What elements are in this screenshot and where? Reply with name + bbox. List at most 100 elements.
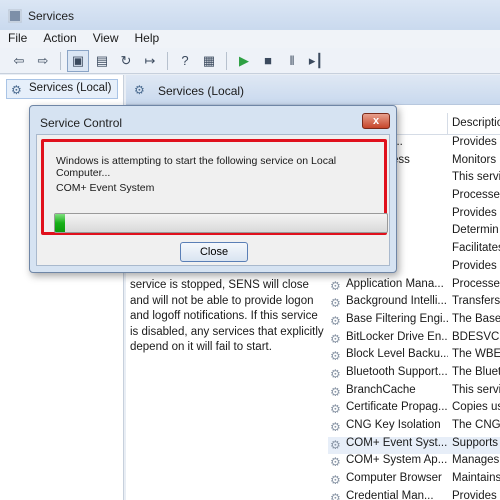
service-description-cell: The CNG	[452, 419, 500, 431]
menu-bar: File Action View Help	[0, 30, 500, 48]
export-icon[interactable]: ↦	[139, 50, 161, 72]
menu-file[interactable]: File	[0, 30, 35, 48]
table-row[interactable]: ⚙ Block Level Backu... The WBEN	[328, 348, 500, 366]
service-gear-icon: ⚙	[330, 455, 341, 467]
service-name-cell: ⚙ Bluetooth Support...	[328, 366, 448, 378]
service-name: BitLocker Drive En...	[346, 330, 448, 343]
service-name-cell: ⚙ BranchCache	[328, 384, 448, 396]
toolbar: ⇦ ⇨ ▣ ▤ ↻ ↦ ? ▦ ▶ ■ ‖ ▸┃	[0, 48, 500, 74]
progress-fill	[55, 214, 65, 232]
back-icon[interactable]: ⇦	[8, 50, 30, 72]
table-row[interactable]: ⚙ COM+ System Ap... Manages	[328, 454, 500, 472]
refresh-icon[interactable]: ↻	[115, 50, 137, 72]
services-app-icon	[8, 9, 22, 23]
service-description-text: service is stopped, SENS will close and …	[130, 279, 324, 353]
table-row[interactable]: ⚙ BitLocker Drive En... BDESVC h	[328, 331, 500, 349]
service-name-cell: ⚙ Base Filtering Engi...	[328, 313, 448, 325]
service-description-cell: The WBEN	[452, 348, 500, 361]
table-row[interactable]: ⚙ Background Intelli... Transfers	[328, 295, 500, 313]
service-description-cell: Provides	[452, 489, 497, 500]
toolbar-separator	[226, 51, 227, 70]
pane-header: ⚙ Services (Local)	[126, 75, 500, 105]
column-header-description[interactable]: Description	[448, 113, 500, 135]
table-row[interactable]: ⚙ Credential Man... Provides	[328, 490, 500, 500]
stop-icon[interactable]: ■	[257, 50, 279, 72]
services-gear-icon: ⚙	[134, 83, 145, 97]
service-gear-icon: ⚙	[330, 402, 341, 414]
service-name: Certificate Propag...	[346, 401, 448, 414]
service-name-cell: ⚙ Credential Man...	[328, 490, 448, 500]
service-name: CNG Key Isolation	[346, 419, 441, 431]
console-icon[interactable]: ▦	[198, 50, 220, 72]
service-description-cell: Facilitates	[452, 242, 500, 255]
service-name: COM+ Event Syst...	[346, 436, 448, 449]
service-name-cell: ⚙ Block Level Backu...	[328, 348, 448, 360]
dialog-body: Windows is attempting to start the follo…	[36, 134, 390, 266]
pane-title: Services (Local)	[158, 84, 245, 98]
service-gear-icon: ⚙	[330, 366, 341, 378]
service-name: Credential Man...	[346, 489, 434, 500]
dialog-title: Service Control	[40, 116, 123, 130]
service-gear-icon: ⚙	[330, 331, 341, 343]
service-gear-icon: ⚙	[330, 296, 341, 308]
service-description-cell: This servi	[452, 383, 500, 396]
tree-node-services-local[interactable]: ⚙ Services (Local)	[6, 79, 119, 99]
service-description-cell: Copies us	[452, 401, 500, 414]
menu-action[interactable]: Action	[35, 30, 84, 48]
service-name: BranchCache	[346, 383, 416, 396]
start-icon[interactable]: ▶	[233, 50, 255, 72]
toolbar-separator	[60, 51, 61, 70]
service-gear-icon: ⚙	[330, 349, 341, 361]
service-name-cell: ⚙ COM+ Event Syst...	[328, 437, 448, 449]
service-description-cell: Processes	[452, 189, 500, 202]
window-title-bar: Services	[0, 0, 500, 32]
dialog-close-icon[interactable]: x	[362, 113, 390, 129]
table-row[interactable]: ⚙ Bluetooth Support... The Bluet	[328, 366, 500, 384]
help-icon[interactable]: ?	[174, 50, 196, 72]
menu-view[interactable]: View	[85, 30, 127, 48]
table-row[interactable]: ⚙ COM+ Event Syst... Supports	[328, 436, 500, 455]
service-description-cell: Supports	[452, 436, 499, 449]
service-name: Computer Browser	[346, 472, 442, 485]
service-name-cell: ⚙ Computer Browser	[328, 472, 448, 484]
table-row[interactable]: ⚙ Application Mana... Processes	[328, 278, 500, 296]
table-row[interactable]: ⚙ Base Filtering Engi... The Base	[328, 313, 500, 331]
service-description-cell: The Base	[452, 312, 500, 325]
service-name: Base Filtering Engi...	[346, 312, 448, 325]
menu-help[interactable]: Help	[127, 30, 168, 48]
service-name-cell: ⚙ Application Mana...	[328, 278, 448, 290]
service-name: Application Mana...	[346, 277, 444, 290]
close-button[interactable]: Close	[180, 242, 248, 262]
window-title: Services	[28, 9, 75, 23]
services-gear-icon: ⚙	[11, 83, 22, 97]
service-name-cell: ⚙ CNG Key Isolation	[328, 419, 448, 431]
pause-icon[interactable]: ‖	[281, 50, 303, 72]
service-name: COM+ System Ap...	[346, 454, 448, 467]
tree-node-label: Services (Local)	[29, 82, 112, 94]
service-name: Bluetooth Support...	[346, 365, 448, 378]
service-gear-icon: ⚙	[330, 313, 341, 325]
service-gear-icon: ⚙	[330, 420, 341, 431]
start-progress-bar	[54, 213, 388, 233]
service-control-dialog: Service Control x Windows is attempting …	[29, 105, 397, 273]
table-row[interactable]: ⚙ CNG Key Isolation The CNG	[328, 419, 500, 437]
table-row[interactable]: ⚙ Certificate Propag... Copies us	[328, 401, 500, 419]
service-gear-icon: ⚙	[330, 278, 341, 290]
restart-icon[interactable]: ▸┃	[305, 50, 327, 72]
service-name-cell: ⚙ Certificate Propag...	[328, 401, 448, 413]
service-gear-icon: ⚙	[330, 437, 341, 449]
properties-icon[interactable]: ▤	[91, 50, 113, 72]
service-description-cell: Provides s	[452, 259, 500, 272]
service-name: Block Level Backu...	[346, 348, 448, 361]
forward-icon[interactable]: ⇨	[32, 50, 54, 72]
service-description-cell: Determin	[452, 224, 499, 237]
service-gear-icon: ⚙	[330, 490, 341, 500]
service-description-cell: Maintains	[452, 472, 500, 485]
service-description-cell: Processes	[452, 277, 500, 290]
dialog-message: Windows is attempting to start the follo…	[56, 155, 337, 179]
table-row[interactable]: ⚙ Computer Browser Maintains	[328, 472, 500, 490]
table-row[interactable]: ⚙ BranchCache This servi	[328, 384, 500, 402]
service-description-cell: The Bluet	[452, 365, 500, 378]
highlight-box: Windows is attempting to start the follo…	[41, 139, 388, 235]
show-hide-tree-icon[interactable]: ▣	[67, 49, 89, 72]
